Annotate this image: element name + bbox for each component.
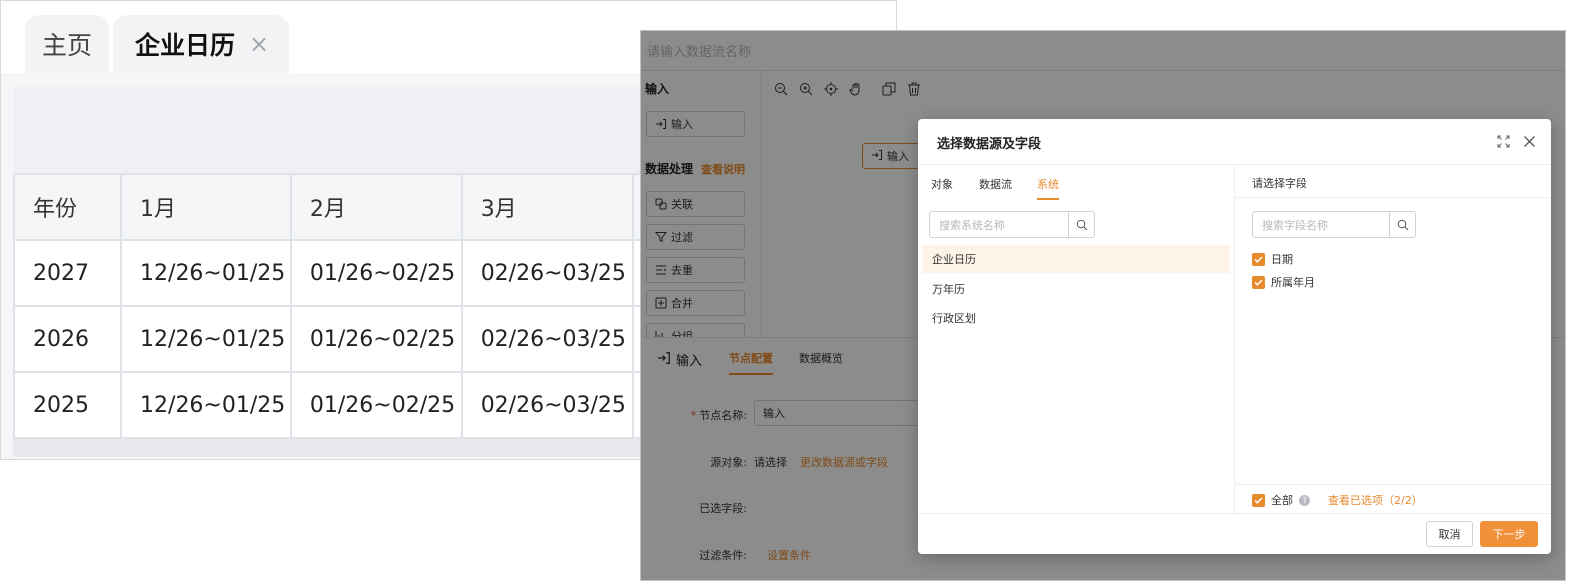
source-item-enterprise-calendar[interactable]: 企业日历: [922, 245, 1230, 273]
dialog-actions: [1495, 133, 1537, 149]
table-cell: 02/26~03/25: [460, 239, 634, 307]
table-cell: 01/26~02/25: [289, 239, 463, 307]
column-header: 3月: [460, 173, 634, 241]
close-icon[interactable]: [1521, 133, 1537, 149]
source-search-placeholder: 搜索系统名称: [939, 218, 1005, 232]
field-item-label: 所属年月: [1271, 276, 1315, 289]
tab-enterprise-calendar-label: 企业日历: [135, 31, 236, 60]
source-item-administrative-division[interactable]: 行政区划: [922, 304, 1230, 332]
field-panel-title: 请选择字段: [1252, 177, 1307, 190]
table-cell: 02/26~03/25: [460, 371, 634, 439]
table-cell: 12/26~01/25: [120, 239, 292, 307]
select-source-dialog: 选择数据源及字段 对象 数据流 系统 搜索系统名称 企业日历 万年历 行政区划 …: [918, 119, 1551, 554]
table-cell: 02/26~03/25: [460, 305, 634, 373]
divider: [1234, 165, 1235, 513]
table-cell: 12/26~01/25: [120, 371, 292, 439]
tab-home[interactable]: 主页: [25, 15, 109, 73]
table-cell: 2025: [12, 371, 123, 439]
field-item-label: 日期: [1271, 253, 1293, 266]
table-cell: 01/26~02/25: [289, 305, 463, 373]
column-header: 1月: [120, 173, 292, 241]
column-header: 年份: [12, 173, 123, 241]
table-cell: 12/26~01/25: [120, 305, 292, 373]
field-item-year-month[interactable]: 所属年月: [1252, 274, 1315, 290]
checkbox-checked-icon[interactable]: [1252, 252, 1265, 266]
table-cell: 01/26~02/25: [289, 371, 463, 439]
source-item-perpetual-calendar[interactable]: 万年历: [922, 275, 1230, 303]
field-search-placeholder: 搜索字段名称: [1262, 218, 1328, 232]
close-icon[interactable]: ×: [249, 30, 269, 58]
divider: [918, 513, 1551, 514]
select-all-label: 全部: [1271, 494, 1293, 507]
view-selected-link[interactable]: 查看已选项（2/2）: [1328, 492, 1423, 508]
table-cell: 2026: [12, 305, 123, 373]
checkbox-checked-icon[interactable]: [1252, 275, 1265, 289]
column-header: 2月: [289, 173, 463, 241]
cancel-button[interactable]: 取消: [1426, 521, 1473, 547]
dataflow-window: 请输入数据流名称 输入 输入 数据处理 查看说明 关联 过滤 去重 合并 输入 …: [640, 30, 1566, 581]
tab-system[interactable]: 系统: [1037, 176, 1059, 200]
tab-dataflow[interactable]: 数据流: [979, 176, 1012, 198]
divider: [1235, 484, 1551, 485]
search-icon[interactable]: [1389, 212, 1415, 237]
expand-icon[interactable]: [1495, 133, 1511, 149]
table-cell: 2027: [12, 239, 123, 307]
checkbox-checked-icon[interactable]: [1252, 493, 1265, 507]
help-icon[interactable]: ?: [1299, 494, 1310, 506]
divider: [1235, 197, 1551, 198]
tab-object[interactable]: 对象: [931, 176, 953, 198]
search-icon[interactable]: [1068, 212, 1094, 237]
source-search-input[interactable]: 搜索系统名称: [929, 211, 1095, 238]
dialog-title: 选择数据源及字段: [937, 137, 1042, 152]
select-all-checkbox[interactable]: 全部 ?: [1252, 492, 1310, 508]
field-item-date[interactable]: 日期: [1252, 251, 1293, 267]
next-step-button[interactable]: 下一步: [1480, 521, 1538, 547]
field-search-input[interactable]: 搜索字段名称: [1252, 211, 1416, 238]
tab-home-label: 主页: [41, 31, 92, 60]
tab-enterprise-calendar[interactable]: 企业日历 ×: [113, 15, 289, 73]
